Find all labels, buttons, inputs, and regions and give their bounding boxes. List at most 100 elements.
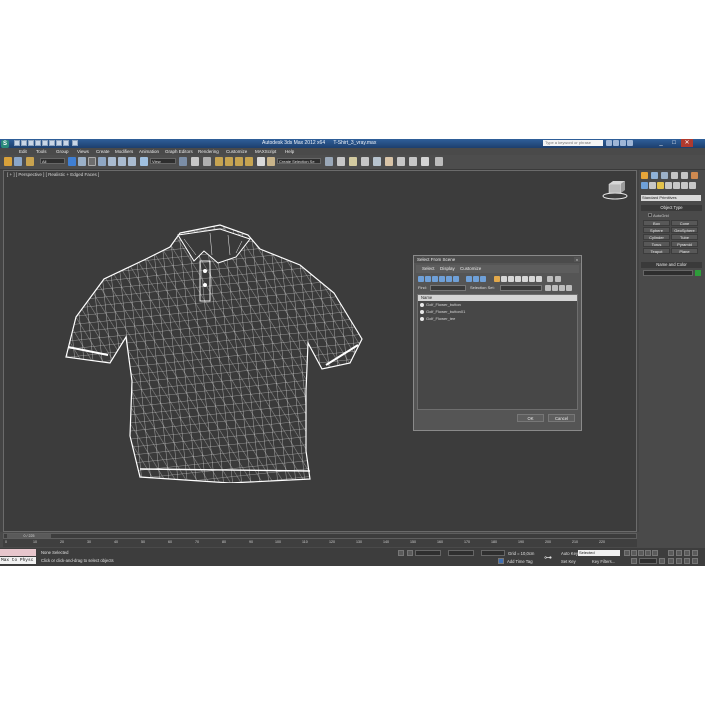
unlink-icon[interactable] (14, 157, 22, 166)
material-editor-icon[interactable] (385, 157, 393, 166)
go-to-end-icon[interactable] (652, 550, 658, 556)
zoom-extents-icon[interactable] (684, 550, 690, 556)
list-item[interactable]: Golf_Flower_button (418, 302, 577, 308)
pivot-center-icon[interactable] (179, 157, 187, 166)
fetch-icon[interactable] (56, 140, 62, 146)
plane-button[interactable]: Plane (671, 248, 698, 254)
close-button[interactable]: ✕ (681, 139, 693, 147)
new-file-icon[interactable] (14, 140, 20, 146)
geosphere-button[interactable]: GeoSphere (671, 227, 698, 233)
find-input[interactable] (430, 285, 466, 291)
menu-group[interactable]: Group (56, 148, 69, 155)
columns-icon[interactable] (555, 276, 561, 282)
schematic-view-icon[interactable] (373, 157, 381, 166)
space-warps-icon[interactable] (681, 182, 688, 189)
menu-animation[interactable]: Animation (139, 148, 159, 155)
motion-tab-icon[interactable] (671, 172, 678, 179)
display-geometry-icon[interactable] (418, 276, 424, 282)
time-tag-icon[interactable] (498, 558, 504, 564)
display-bones-icon[interactable] (480, 276, 486, 282)
menu-rendering[interactable]: Rendering (198, 148, 219, 155)
hierarchy-tab-icon[interactable] (661, 172, 668, 179)
help-icon[interactable] (627, 140, 633, 146)
menu-create[interactable]: Create (96, 148, 110, 155)
open-file-icon[interactable] (21, 140, 27, 146)
graphite-ribbon-icon[interactable] (349, 157, 357, 166)
display-shapes-icon[interactable] (425, 276, 431, 282)
display-none-icon[interactable] (501, 276, 507, 282)
object-name-field[interactable] (643, 270, 693, 276)
select-link-icon[interactable] (4, 157, 12, 166)
set-key-button[interactable]: Set Key (561, 559, 576, 564)
primitive-category-dropdown[interactable]: Standard Primitives (641, 195, 701, 201)
display-lights-icon[interactable] (432, 276, 438, 282)
ref-coord-icon[interactable] (140, 157, 148, 166)
ok-button[interactable]: OK (517, 414, 544, 422)
rectangular-selection-icon[interactable] (88, 157, 96, 166)
project-folder-icon[interactable] (63, 140, 69, 146)
shapes-icon[interactable] (649, 182, 656, 189)
display-all-icon[interactable] (494, 276, 500, 282)
viewport-label[interactable]: [ + ] [ Perspective ] [ Realistic + Edge… (7, 172, 99, 177)
next-frame-icon[interactable] (645, 550, 651, 556)
key-icon[interactable]: ⊶ (544, 553, 552, 562)
create-tab-icon[interactable] (641, 172, 648, 179)
menu-help[interactable]: Help (285, 148, 294, 155)
display-influences-icon[interactable] (529, 276, 535, 282)
render-iterative-icon[interactable] (435, 157, 443, 166)
z-coordinate-field[interactable] (481, 550, 505, 556)
modify-tab-icon[interactable] (651, 172, 658, 179)
dialog-menu-display[interactable]: Display (440, 265, 455, 273)
selection-set-dropdown[interactable] (500, 285, 542, 291)
add-time-tag[interactable]: Add Time Tag (507, 559, 533, 564)
y-coordinate-field[interactable] (448, 550, 474, 556)
cylinder-button[interactable]: Cylinder (643, 234, 670, 240)
object-type-rollout[interactable]: Object Type (641, 205, 702, 211)
filter-icon[interactable] (547, 276, 553, 282)
options-icon[interactable] (566, 285, 572, 291)
select-by-name-icon[interactable] (78, 157, 86, 166)
curve-editor-icon[interactable] (361, 157, 369, 166)
time-slider-thumb[interactable]: 0 / 225 (7, 534, 51, 538)
percent-snap-icon[interactable] (235, 157, 243, 166)
display-invert-icon[interactable] (508, 276, 514, 282)
box-button[interactable]: Box (643, 220, 670, 226)
display-helpers-icon[interactable] (446, 276, 452, 282)
layer-manager-icon[interactable] (337, 157, 345, 166)
bind-space-warp-icon[interactable] (26, 157, 34, 166)
tube-button[interactable]: Tube (671, 234, 698, 240)
sphere-button[interactable]: Sphere (643, 227, 670, 233)
helpers-icon[interactable] (673, 182, 680, 189)
shirt-wireframe-model[interactable] (60, 221, 368, 483)
window-crossing-icon[interactable] (98, 157, 106, 166)
menu-edit[interactable]: Edit (19, 148, 27, 155)
render-production-icon[interactable] (421, 157, 429, 166)
infocenter-icon[interactable] (613, 140, 619, 146)
lights-icon[interactable] (657, 182, 664, 189)
maximize-viewport-icon[interactable] (692, 558, 698, 564)
absolute-mode-icon[interactable] (407, 550, 413, 556)
select-scale-icon[interactable] (128, 157, 136, 166)
keyboard-shortcut-toggle-icon[interactable] (203, 157, 211, 166)
cancel-button[interactable]: Cancel (548, 414, 575, 422)
cameras-icon[interactable] (665, 182, 672, 189)
edit-named-selection-icon[interactable] (257, 157, 265, 166)
undo-icon[interactable] (35, 140, 41, 146)
favorites-star-icon[interactable] (620, 140, 626, 146)
dialog-menu-customize[interactable]: Customize (460, 265, 481, 273)
pan-view-icon[interactable] (676, 558, 682, 564)
track-bar[interactable]: 0 10 20 30 40 50 60 70 80 90 100 110 120… (3, 539, 637, 547)
menu-modifiers[interactable]: Modifiers (115, 148, 133, 155)
maximize-button[interactable]: □ (668, 139, 680, 147)
rendered-frame-window-icon[interactable] (409, 157, 417, 166)
name-column-header[interactable]: Name (418, 295, 577, 301)
maxscript-listener[interactable]: Max to Physc (0, 557, 36, 564)
select-none-icon[interactable] (552, 285, 558, 291)
key-mode-toggle-icon[interactable] (631, 558, 637, 564)
orbit-icon[interactable] (684, 558, 690, 564)
menu-graph-editors[interactable]: Graph Editors (165, 148, 193, 155)
select-object-icon[interactable] (68, 157, 76, 166)
select-rotate-icon[interactable] (118, 157, 126, 166)
list-item[interactable]: Golf_Flower_tee (418, 316, 577, 322)
autogrid-checkbox[interactable] (648, 213, 652, 217)
